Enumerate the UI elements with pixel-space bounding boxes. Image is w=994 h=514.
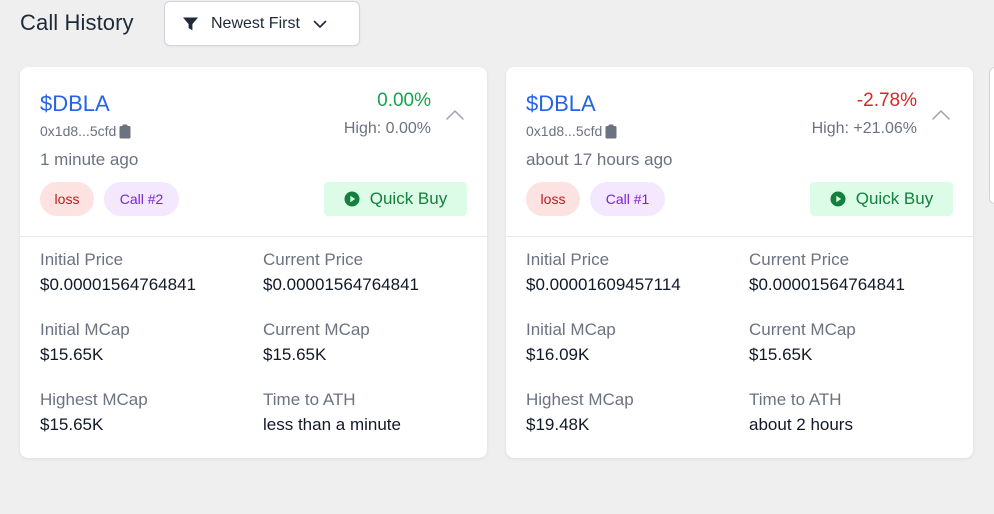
stat-label: Current Price [749, 250, 850, 269]
call-number-badge: Call #1 [590, 182, 665, 216]
quick-buy-button[interactable]: Quick Buy [324, 182, 467, 216]
quick-buy-label: Quick Buy [369, 189, 448, 208]
stat-value: less than a minute [263, 415, 401, 434]
sort-dropdown-label: Newest First [211, 14, 300, 32]
call-card: $DBLA 0x1d8...5cfd about 17 hours ago -2… [506, 67, 973, 458]
stat-label: Time to ATH [749, 390, 842, 409]
stat-label: Initial Price [526, 250, 610, 269]
stat-initial-price: Initial Price $0.00001609457114 [526, 250, 736, 295]
call-time-ago: about 17 hours ago [526, 150, 673, 169]
page-title: Call History [20, 10, 134, 35]
filter-icon [182, 16, 199, 32]
clipboard-icon[interactable] [119, 124, 131, 139]
stat-label: Highest MCap [40, 390, 148, 409]
stat-initial-price: Initial Price $0.00001564764841 [40, 250, 250, 295]
price-change-percent: 0.00% [377, 90, 431, 111]
stat-current-price: Current Price $0.00001564764841 [749, 250, 959, 295]
stat-value: $0.00001564764841 [749, 275, 905, 294]
stat-label: Current MCap [749, 320, 856, 339]
stat-time-to-ath: Time to ATH less than a minute [263, 390, 473, 435]
stat-value: $0.00001564764841 [40, 275, 196, 294]
status-badge: loss [40, 182, 94, 216]
page-header: Call History [20, 0, 134, 46]
call-card-header: $DBLA 0x1d8...5cfd about 17 hours ago -2… [506, 67, 973, 237]
call-card-header: $DBLA 0x1d8...5cfd 1 minute ago 0.00% Hi… [20, 67, 487, 237]
stat-label: Initial Price [40, 250, 124, 269]
stat-time-to-ath: Time to ATH about 2 hours [749, 390, 959, 435]
stat-value: $16.09K [526, 345, 590, 364]
stat-value: $15.65K [749, 345, 813, 364]
adjacent-panel-edge [989, 67, 994, 204]
sort-dropdown[interactable]: Newest First [164, 1, 360, 46]
chevron-up-icon[interactable] [445, 107, 465, 123]
stat-highest-mcap: Highest MCap $19.48K [526, 390, 736, 435]
stat-label: Highest MCap [526, 390, 634, 409]
stat-value: $19.48K [526, 415, 590, 434]
chevron-down-icon [312, 16, 328, 32]
token-ticker-link[interactable]: $DBLA [40, 91, 110, 117]
stat-current-mcap: Current MCap $15.65K [749, 320, 959, 365]
call-time-ago: 1 minute ago [40, 150, 139, 169]
stat-label: Current Price [263, 250, 364, 269]
stat-value: about 2 hours [749, 415, 853, 434]
call-number-badge: Call #2 [104, 182, 179, 216]
play-circle-icon [344, 191, 360, 207]
clipboard-icon[interactable] [605, 124, 617, 139]
stat-highest-mcap: Highest MCap $15.65K [40, 390, 250, 435]
stat-value: $15.65K [263, 345, 327, 364]
stat-label: Time to ATH [263, 390, 356, 409]
token-address: 0x1d8...5cfd [40, 123, 117, 139]
stat-value: $15.65K [40, 415, 104, 434]
high-percent: High: +21.06% [811, 120, 917, 137]
token-address-row: 0x1d8...5cfd [40, 123, 131, 139]
quick-buy-button[interactable]: Quick Buy [810, 182, 953, 216]
stat-initial-mcap: Initial MCap $15.65K [40, 320, 250, 365]
chevron-up-icon[interactable] [931, 107, 951, 123]
call-card: $DBLA 0x1d8...5cfd 1 minute ago 0.00% Hi… [20, 67, 487, 458]
stat-value: $0.00001564764841 [263, 275, 419, 294]
stat-initial-mcap: Initial MCap $16.09K [526, 320, 736, 365]
token-address-row: 0x1d8...5cfd [526, 123, 617, 139]
stat-current-mcap: Current MCap $15.65K [263, 320, 473, 365]
token-address: 0x1d8...5cfd [526, 123, 603, 139]
high-percent: High: 0.00% [343, 120, 431, 137]
stat-current-price: Current Price $0.00001564764841 [263, 250, 473, 295]
status-badge: loss [526, 182, 580, 216]
stat-label: Initial MCap [526, 320, 616, 339]
quick-buy-label: Quick Buy [855, 189, 934, 208]
token-ticker-link[interactable]: $DBLA [526, 91, 596, 117]
price-change-percent: -2.78% [856, 90, 917, 111]
stat-value: $15.65K [40, 345, 104, 364]
stat-value: $0.00001609457114 [526, 275, 681, 294]
play-circle-icon [830, 191, 846, 207]
stat-label: Initial MCap [40, 320, 130, 339]
stat-label: Current MCap [263, 320, 370, 339]
